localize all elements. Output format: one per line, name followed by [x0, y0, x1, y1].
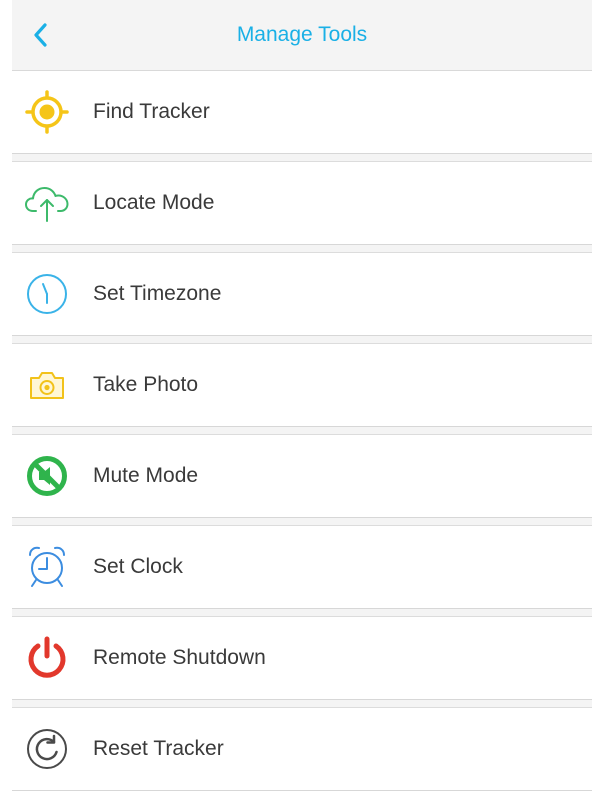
- page-title: Manage Tools: [236, 23, 368, 46]
- tool-item-reset-tracker[interactable]: Reset Tracker: [12, 708, 592, 791]
- tool-label: Remote Shutdown: [93, 646, 266, 669]
- tool-item-set-clock[interactable]: Set Clock: [12, 526, 592, 609]
- reset-icon: [22, 724, 72, 774]
- section-divider: [12, 609, 592, 617]
- tool-label: Locate Mode: [93, 191, 215, 214]
- section-divider: [12, 700, 592, 708]
- section-divider: [12, 336, 592, 344]
- tool-item-mute-mode[interactable]: Mute Mode: [12, 435, 592, 518]
- tool-label: Mute Mode: [93, 464, 199, 487]
- clock-icon: [22, 269, 72, 319]
- mute-icon: [22, 451, 72, 501]
- tool-label: Take Photo: [93, 373, 199, 396]
- section-divider: [12, 154, 592, 162]
- tool-item-remote-shutdown[interactable]: Remote Shutdown: [12, 617, 592, 700]
- tool-label: Set Clock: [93, 555, 183, 578]
- section-divider: [12, 518, 592, 526]
- tool-item-take-photo[interactable]: Take Photo: [12, 344, 592, 427]
- tool-label: Find Tracker: [93, 100, 210, 123]
- back-button[interactable]: [26, 20, 56, 50]
- cloud-upload-icon: [22, 178, 72, 228]
- section-divider: [12, 427, 592, 435]
- tool-item-find-tracker[interactable]: Find Tracker: [12, 71, 592, 154]
- tool-item-set-timezone[interactable]: Set Timezone: [12, 253, 592, 336]
- alarm-clock-icon: [22, 542, 72, 592]
- section-divider: [12, 245, 592, 253]
- tool-label: Reset Tracker: [93, 737, 224, 760]
- power-icon: [22, 633, 72, 683]
- tool-list: Find Tracker Locate Mode Set Timezone Ta…: [12, 71, 592, 791]
- chevron-left-icon: [34, 23, 47, 47]
- tool-item-locate-mode[interactable]: Locate Mode: [12, 162, 592, 245]
- camera-icon: [22, 360, 72, 410]
- tool-label: Set Timezone: [93, 282, 222, 305]
- navigation-bar: Manage Tools: [12, 0, 592, 71]
- manage-tools-screen: Manage Tools Find Tracker Locate Mode Se…: [12, 0, 592, 791]
- target-icon: [22, 87, 72, 137]
